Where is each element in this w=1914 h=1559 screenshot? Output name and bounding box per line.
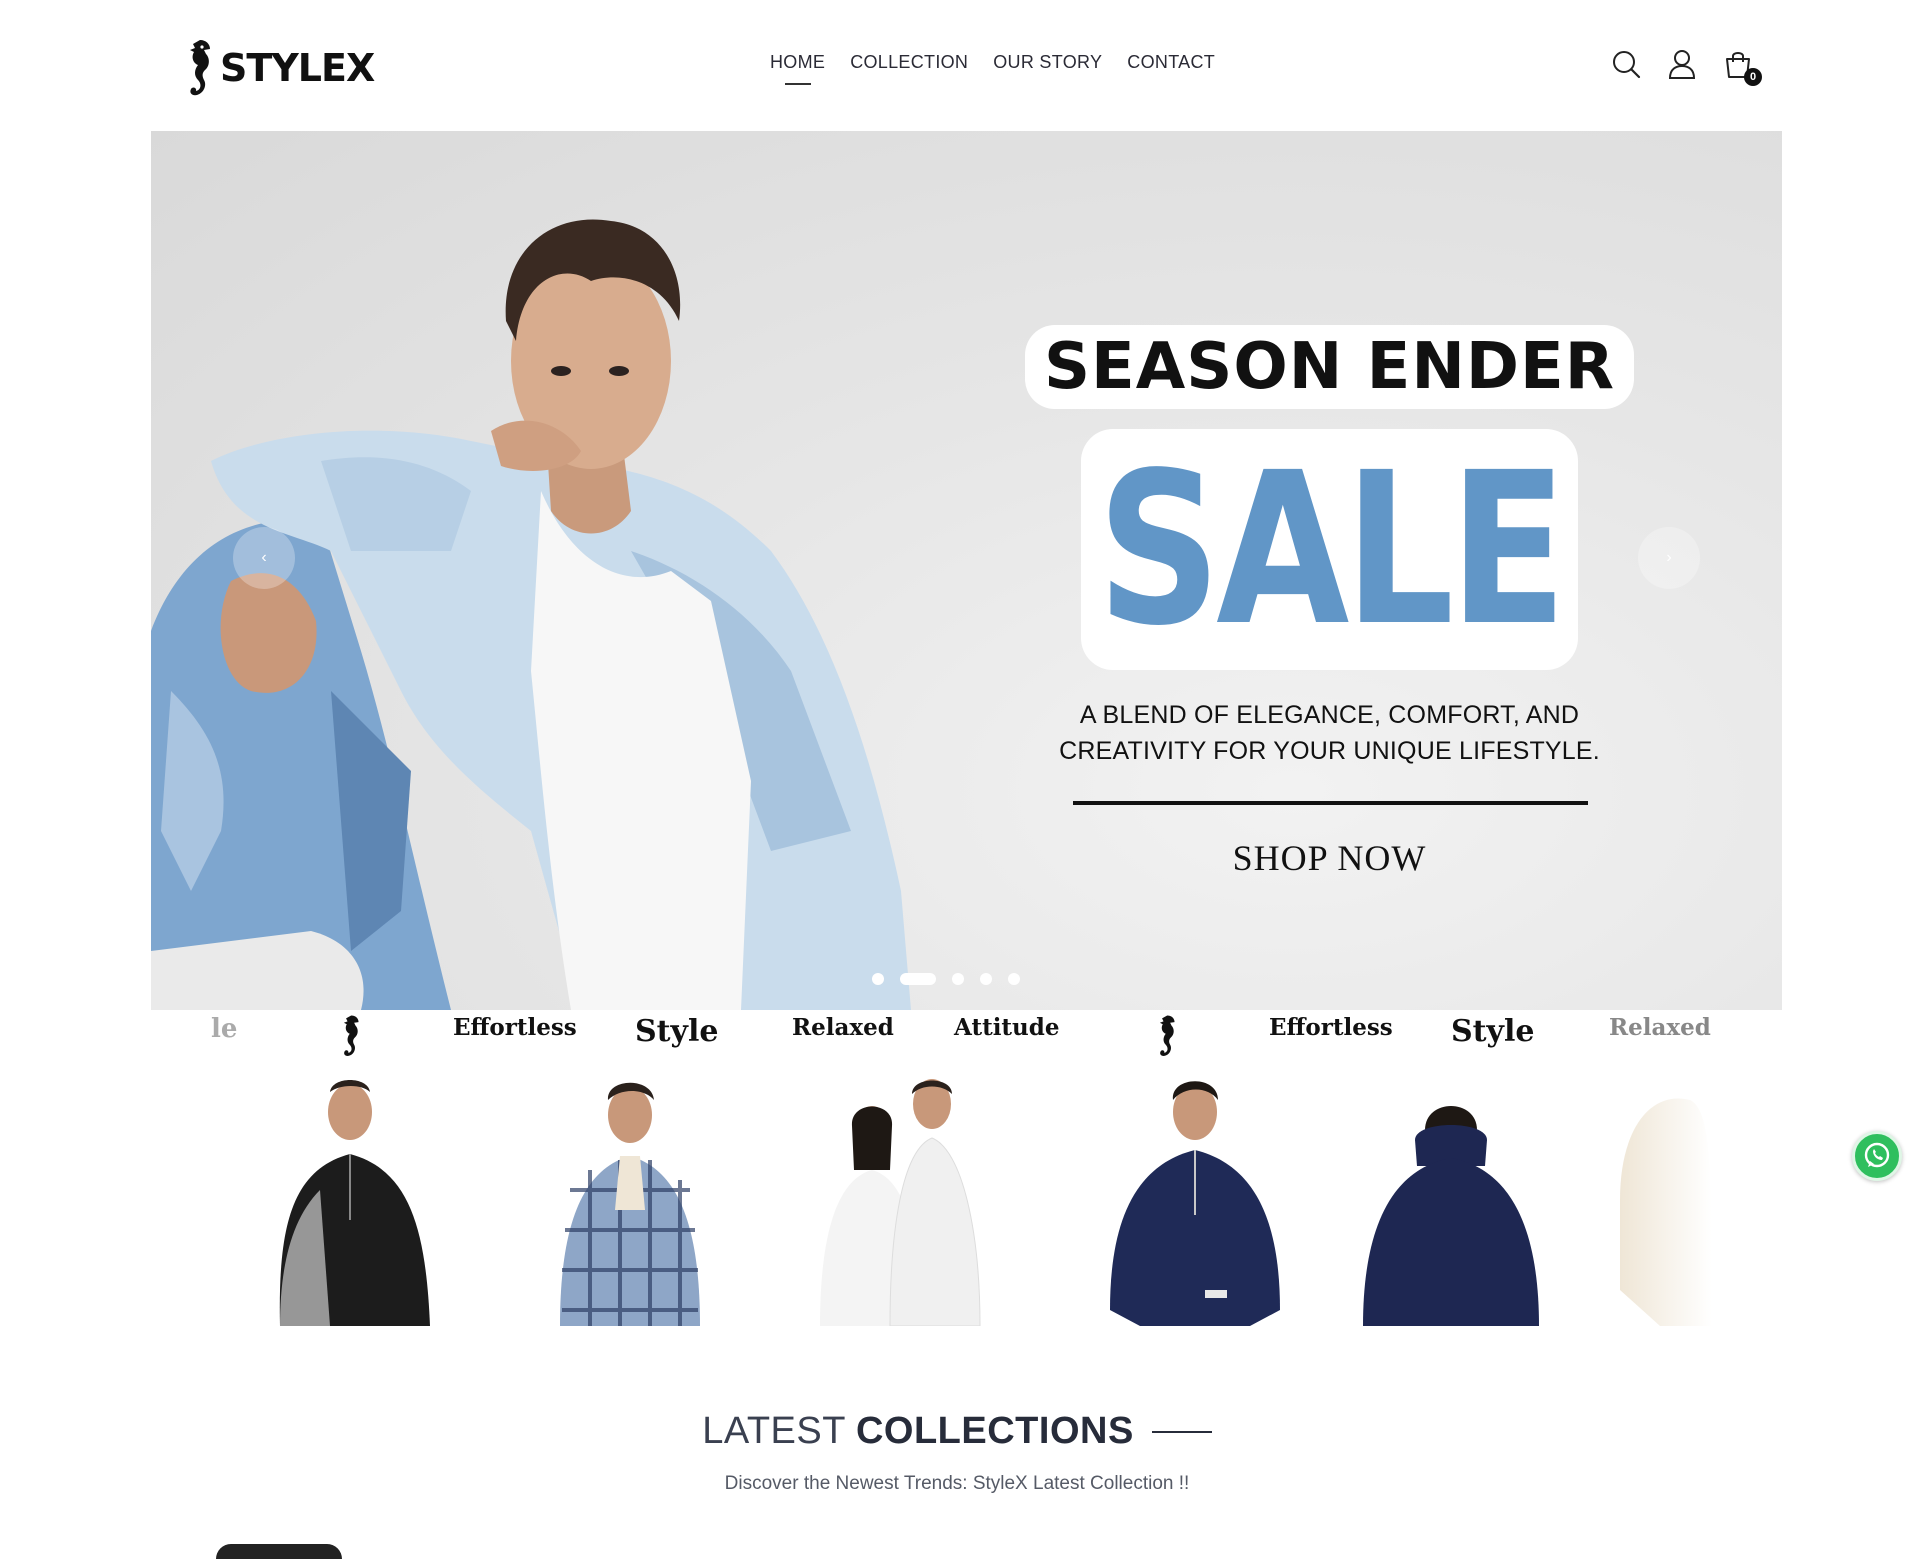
nav-home[interactable]: HOME: [770, 52, 825, 85]
title-underline: [1151, 1430, 1212, 1433]
nav-contact[interactable]: CONTACT: [1127, 52, 1215, 85]
product-white-couple-hoodies[interactable]: [810, 1070, 990, 1326]
marquee-word: Style: [1451, 1014, 1535, 1049]
slider-dot-4[interactable]: [980, 973, 992, 985]
slider-dot-3[interactable]: [952, 973, 964, 985]
chevron-right-icon: ›: [1666, 549, 1672, 566]
shop-now-button[interactable]: SHOP NOW: [1025, 837, 1634, 879]
seahorse-icon: [1159, 1015, 1175, 1056]
title-light: LATEST: [702, 1410, 846, 1452]
product-cream-hoodie[interactable]: [1620, 1070, 1712, 1326]
whatsapp-icon: [1864, 1142, 1890, 1168]
search-icon[interactable]: [1610, 48, 1642, 80]
product-navy-hoodie[interactable]: [1355, 1070, 1545, 1326]
chevron-left-icon: ‹: [261, 549, 267, 566]
slider-dot-1[interactable]: [872, 973, 884, 985]
brand-name: STYLEX: [220, 46, 375, 90]
brand-marquee: le Effortless Style Relaxed Attitude Eff…: [151, 1010, 1782, 1064]
marquee-word: Attitude: [954, 1014, 1060, 1041]
hero-slider: SEASON ENDER SALE A BLEND OF ELEGANCE, C…: [151, 131, 1782, 1010]
main-nav: HOME COLLECTION OUR STORY CONTACT: [770, 52, 1215, 85]
product-navy-half-zip[interactable]: [1100, 1070, 1290, 1326]
cart-count-badge: 0: [1744, 68, 1762, 86]
seahorse-icon: [343, 1015, 359, 1056]
site-header: STYLEX HOME COLLECTION OUR STORY CONTACT…: [0, 0, 1914, 131]
product-image-peek: [216, 1544, 342, 1559]
product-carousel: [250, 1070, 1712, 1326]
title-bold: COLLECTIONS: [855, 1410, 1134, 1452]
product-plaid-jacket[interactable]: [550, 1070, 710, 1326]
section-title: LATEST COLLECTIONS: [702, 1410, 1212, 1453]
season-ender-label: SEASON ENDER: [1025, 325, 1634, 409]
brand-logo[interactable]: STYLEX: [180, 38, 375, 98]
marquee-word: Style: [635, 1014, 719, 1049]
slider-dot-5[interactable]: [1008, 973, 1020, 985]
nav-collection[interactable]: COLLECTION: [850, 52, 968, 85]
slider-next-button[interactable]: ›: [1638, 527, 1700, 589]
marquee-word: Relaxed: [792, 1014, 894, 1041]
marquee-word: Relaxed: [1609, 1014, 1711, 1041]
sale-badge: SALE: [1081, 429, 1578, 670]
sale-text: SALE: [1097, 426, 1567, 672]
marquee-word: Effortless: [1269, 1014, 1393, 1041]
hero-tagline: A BLEND OF ELEGANCE, COMFORT, AND CREATI…: [1025, 697, 1634, 769]
latest-collections-section: LATEST COLLECTIONS Discover the Newest T…: [0, 1410, 1914, 1495]
nav-our-story[interactable]: OUR STORY: [993, 52, 1102, 85]
tagline-line-2: CREATIVITY FOR YOUR UNIQUE LIFESTYLE.: [1059, 737, 1600, 765]
marquee-word: Effortless: [453, 1014, 577, 1041]
whatsapp-button[interactable]: [1852, 1131, 1902, 1181]
bag-icon[interactable]: 0: [1722, 48, 1762, 86]
slider-dots: [872, 973, 1020, 985]
header-actions: 0: [1610, 48, 1762, 86]
section-subtitle: Discover the Newest Trends: StyleX Lates…: [724, 1473, 1190, 1494]
slider-dot-2[interactable]: [900, 973, 936, 985]
divider-rule: [1073, 801, 1588, 805]
product-black-half-zip[interactable]: [250, 1070, 450, 1326]
seahorse-icon: [190, 40, 210, 96]
tagline-line-1: A BLEND OF ELEGANCE, COMFORT, AND: [1079, 701, 1580, 729]
slider-prev-button[interactable]: ‹: [233, 527, 295, 589]
marquee-word: le: [211, 1014, 238, 1044]
user-icon[interactable]: [1666, 48, 1698, 80]
